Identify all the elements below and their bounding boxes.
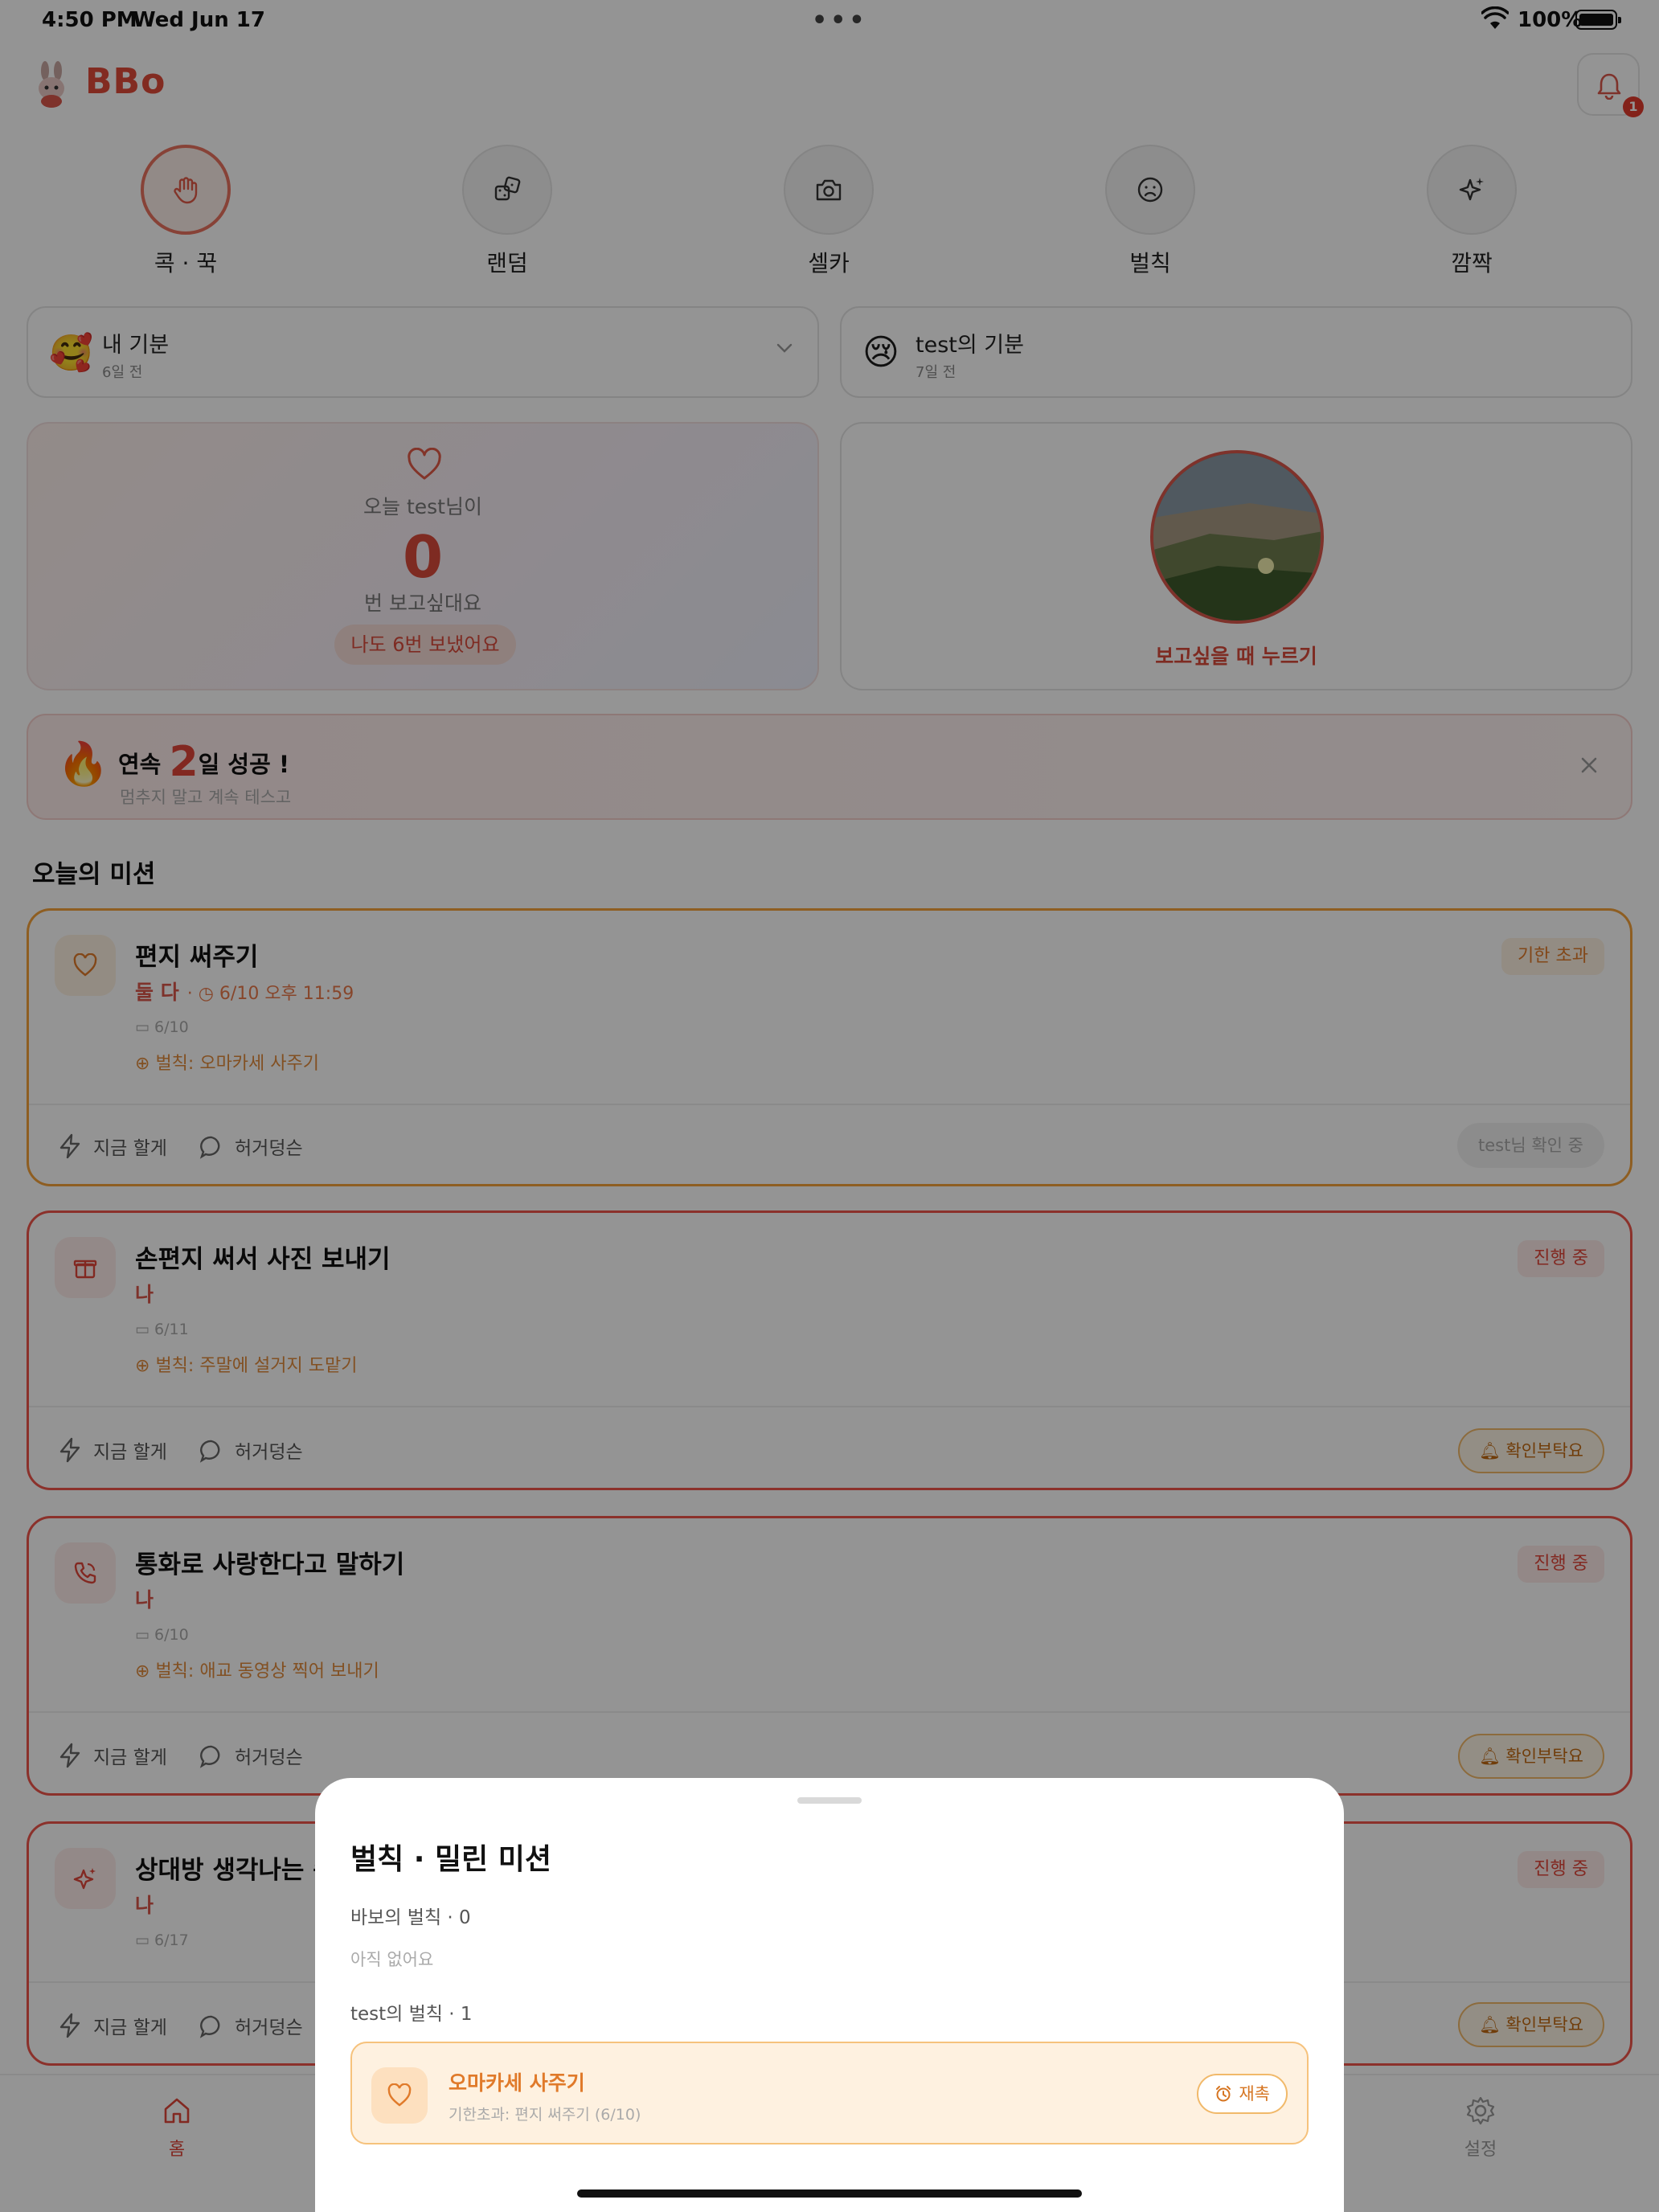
heart-icon — [387, 2083, 412, 2107]
remind-label: 재촉 — [1239, 2084, 1270, 2103]
partner-penalty-section: test의 벌칙 · 1 — [350, 2004, 473, 2025]
remind-button[interactable]: 재촉 — [1197, 2074, 1288, 2114]
empty-state: 아직 없어요 — [350, 1950, 434, 1969]
penalty-title: 오마카세 사주기 — [449, 2071, 585, 2095]
alarm-clock-icon — [1216, 2086, 1231, 2102]
sheet-drag-handle[interactable] — [797, 1797, 862, 1804]
my-penalty-section: 바보의 벌칙 · 0 — [350, 1907, 471, 1928]
penalty-sub-text: 기한초과: 편지 써주기 — [449, 2106, 590, 2124]
penalty-item[interactable]: 오마카세 사주기 기한초과: 편지 써주기 (6/10) 재촉 — [350, 2042, 1309, 2144]
penalty-subtitle: 기한초과: 편지 써주기 (6/10) — [449, 2103, 641, 2124]
sheet-title: 벌칙 · 밀린 미션 — [350, 1843, 551, 1876]
penalty-bottom-sheet: 벌칙 · 밀린 미션 바보의 벌칙 · 0 아직 없어요 test의 벌칙 · … — [315, 1778, 1344, 2212]
home-indicator[interactable] — [577, 2189, 1082, 2198]
penalty-icon-box — [371, 2067, 428, 2124]
penalty-sub-date: (6/10) — [594, 2106, 641, 2124]
